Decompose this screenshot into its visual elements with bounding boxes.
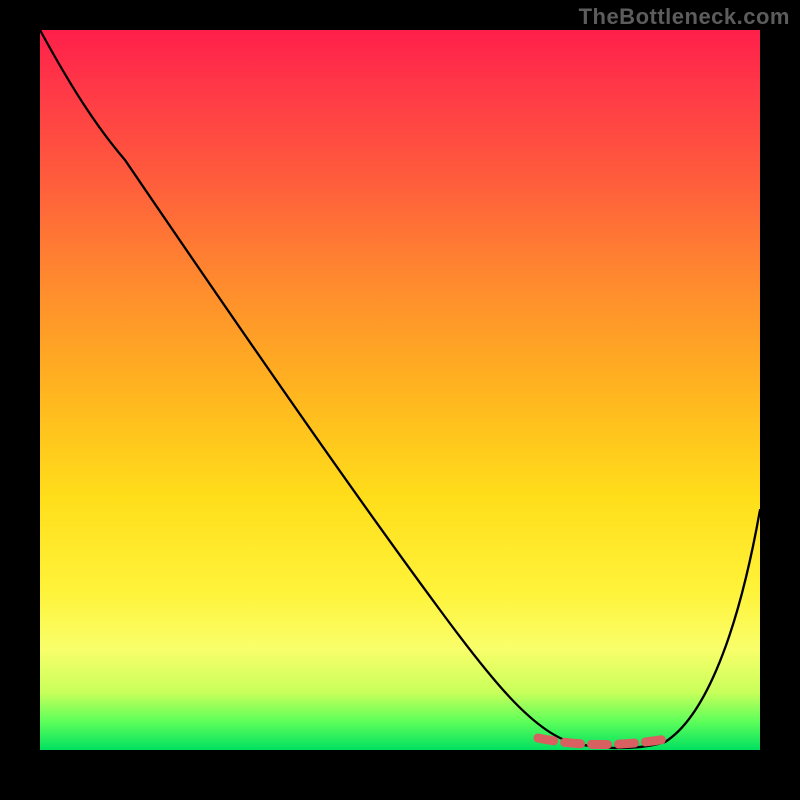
chart-svg (40, 30, 760, 750)
bottleneck-curve (40, 30, 760, 748)
plot-area (40, 30, 760, 750)
watermark-text: TheBottleneck.com (579, 4, 790, 30)
chart-frame: TheBottleneck.com (0, 0, 800, 800)
optimal-zone-marker (538, 738, 672, 745)
